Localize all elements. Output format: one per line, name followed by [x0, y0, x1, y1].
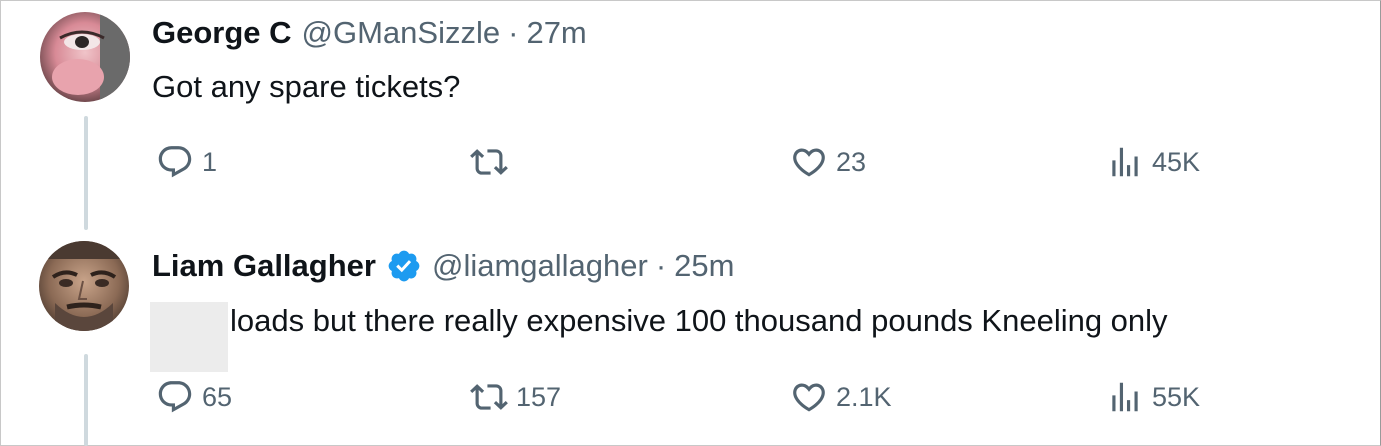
avatar-image: [39, 241, 129, 331]
tweet-actions: 1 23 45K: [0, 142, 1381, 182]
like-count: 2.1K: [836, 381, 892, 412]
retweet-icon: [470, 149, 508, 175]
reply-count: 1: [202, 146, 218, 177]
views-button[interactable]: 45K: [1106, 142, 1200, 182]
tweet-text: loads but there really expensive 100 tho…: [230, 303, 1168, 338]
heart-icon: [793, 148, 825, 177]
like-button[interactable]: 23: [790, 142, 866, 182]
views-count: 55K: [1152, 381, 1201, 412]
tweet-header: George C @GManSizzle · 27m: [152, 15, 587, 51]
avatar[interactable]: [39, 241, 129, 331]
timestamp[interactable]: 25m: [674, 248, 734, 284]
tweet-text: Got any spare tickets?: [152, 69, 461, 104]
views-button[interactable]: 55K: [1106, 377, 1200, 417]
retweet-icon: [470, 384, 508, 410]
avatar[interactable]: [40, 12, 130, 102]
heart-icon: [793, 383, 825, 412]
views-icon: [1112, 147, 1138, 177]
separator-dot: ·: [655, 248, 667, 283]
retweet-count: 157: [516, 381, 562, 412]
user-handle[interactable]: @GManSizzle: [302, 15, 501, 51]
views-count: 45K: [1152, 146, 1201, 177]
separator-dot: ·: [508, 15, 519, 50]
like-button[interactable]: 2.1K: [790, 377, 892, 417]
tweet-body: loads but there really expensive 100 tho…: [150, 302, 1168, 372]
timestamp[interactable]: 27m: [526, 15, 586, 51]
user-handle[interactable]: @liamgallagher: [432, 248, 648, 284]
tweet-header: Liam Gallagher @liamgallagher · 25m: [152, 248, 734, 284]
avatar-image: [40, 12, 130, 102]
reply-button[interactable]: 65: [156, 377, 232, 417]
views-icon: [1112, 382, 1138, 412]
tweet-george[interactable]: George C @GManSizzle · 27m Got any spare…: [0, 0, 1381, 230]
tweet-liam[interactable]: Liam Gallagher @liamgallagher · 25m load…: [0, 222, 1381, 446]
reply-button[interactable]: 1: [156, 142, 217, 182]
redacted-block: [150, 302, 228, 372]
display-name[interactable]: Liam Gallagher: [152, 248, 376, 284]
display-name[interactable]: George C: [152, 15, 292, 51]
like-count: 23: [836, 146, 867, 177]
reply-icon: [158, 146, 192, 178]
retweet-button[interactable]: [470, 142, 516, 182]
tweet-actions: 65 157 2.1K 55K: [0, 377, 1381, 417]
reply-count: 65: [202, 381, 233, 412]
verified-badge-icon[interactable]: [386, 248, 422, 284]
reply-icon: [158, 381, 192, 413]
retweet-button[interactable]: 157: [470, 377, 561, 417]
